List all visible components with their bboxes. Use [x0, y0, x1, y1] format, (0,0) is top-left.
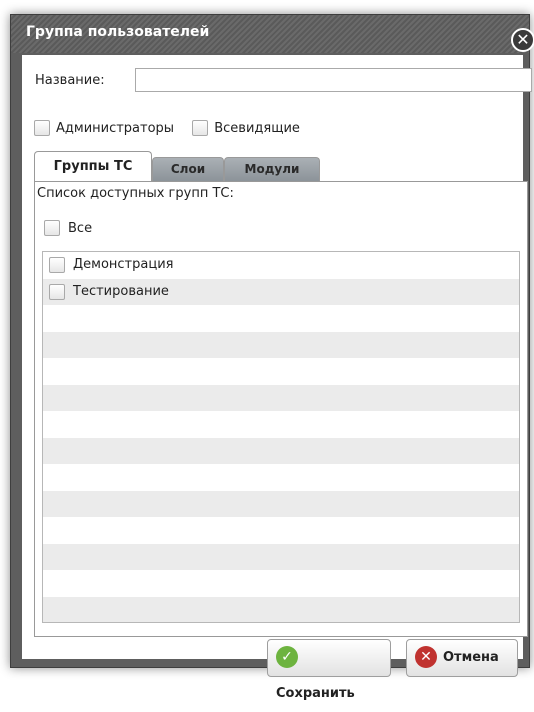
- empty-row: [43, 543, 519, 570]
- all-seeing-label: Всевидящие: [214, 120, 300, 136]
- role-all-seeing[interactable]: Всевидящие: [192, 120, 300, 136]
- list-item[interactable]: Тестирование: [43, 278, 519, 305]
- select-all-checkbox[interactable]: [44, 220, 60, 236]
- administrators-checkbox[interactable]: [34, 120, 50, 136]
- dialog-content: Название: Администраторы Всевидящие Груп…: [22, 55, 532, 701]
- dialog-title: Группа пользователей: [26, 24, 210, 40]
- empty-row: [43, 305, 519, 332]
- group-label: Демонстрация: [73, 257, 174, 272]
- tab-vehicle-groups[interactable]: Группы ТС: [34, 151, 152, 182]
- groups-list[interactable]: Демонстрация Тестирование: [42, 251, 520, 623]
- dialog-titlebar[interactable]: Группа пользователей: [11, 15, 529, 53]
- check-circle-icon: ✓: [276, 645, 298, 668]
- group-checkbox[interactable]: [49, 283, 65, 300]
- empty-row: [43, 464, 519, 491]
- available-groups-caption: Список доступных групп ТС:: [37, 186, 234, 201]
- empty-row: [43, 596, 519, 622]
- x-circle-icon: ✕: [415, 645, 437, 668]
- all-seeing-checkbox[interactable]: [192, 120, 209, 136]
- group-label: Тестирование: [73, 283, 169, 299]
- list-item[interactable]: Демонстрация: [43, 252, 519, 279]
- select-all-row[interactable]: Все: [44, 220, 92, 236]
- tab-layers[interactable]: Слои: [152, 157, 224, 181]
- empty-row: [43, 331, 519, 358]
- select-all-label: Все: [68, 220, 93, 236]
- administrators-label: Администраторы: [56, 120, 175, 136]
- empty-row: [43, 490, 519, 517]
- save-label: Сохранить: [276, 686, 355, 701]
- vehicle-groups-panel: Список доступных групп ТС: Все Демонстра…: [34, 181, 528, 637]
- user-group-dialog: Группа пользователей ✕ Название: Админис…: [10, 14, 534, 701]
- empty-row: [43, 384, 519, 411]
- empty-row: [43, 411, 519, 438]
- empty-row: [43, 437, 519, 464]
- tab-modules[interactable]: Модули: [224, 157, 320, 181]
- empty-row: [43, 517, 519, 544]
- close-icon[interactable]: ✕: [511, 28, 534, 52]
- roles-group: Администраторы Всевидящие: [34, 120, 314, 136]
- empty-row: [43, 570, 519, 597]
- save-button[interactable]: ✓ Сохранить: [267, 639, 391, 701]
- empty-row: [43, 358, 519, 385]
- name-input[interactable]: [135, 68, 532, 92]
- role-administrators[interactable]: Администраторы: [34, 120, 174, 136]
- cancel-label: Отмена: [443, 650, 499, 665]
- cancel-button[interactable]: ✕ Отмена: [406, 639, 518, 677]
- group-checkbox[interactable]: [49, 257, 65, 273]
- name-label: Название:: [35, 73, 105, 88]
